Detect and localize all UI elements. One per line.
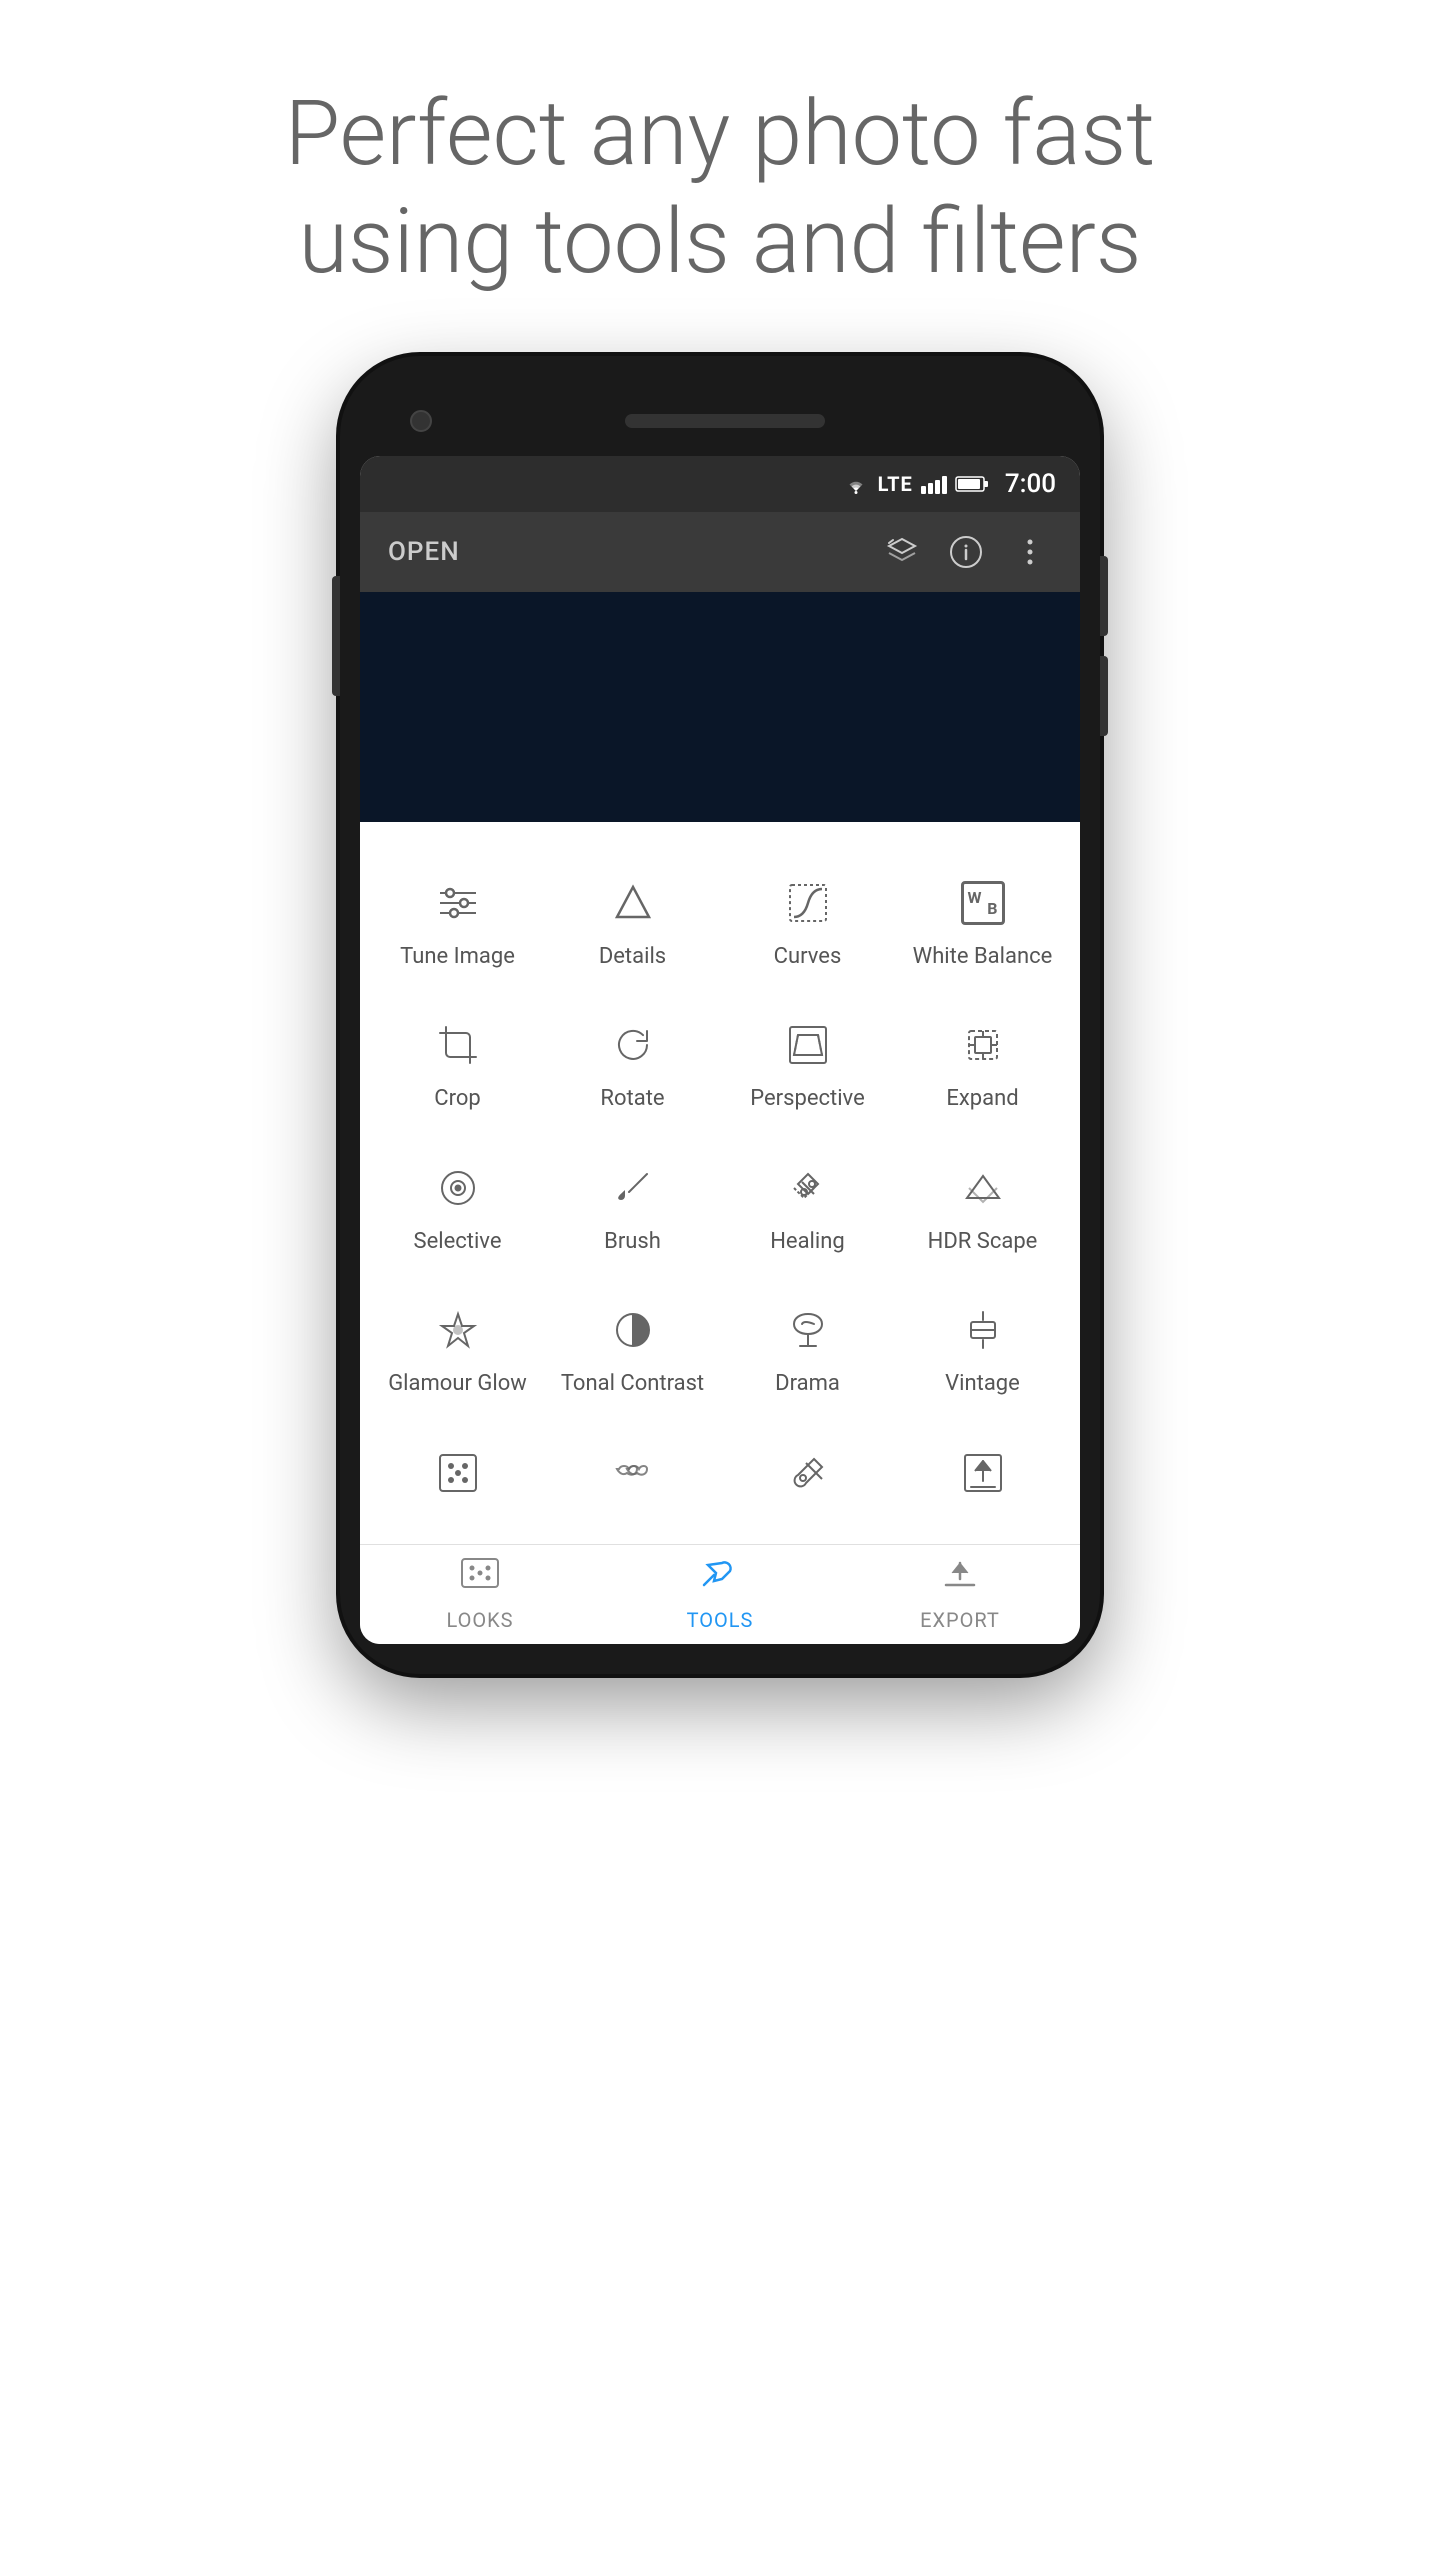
tool-item-glamour-glow[interactable]: Glamour Glow (370, 1279, 545, 1421)
expand-label: Expand (946, 1086, 1018, 1112)
expand-icon (956, 1018, 1010, 1072)
tune-image-icon (431, 876, 485, 930)
tool-item-selective[interactable]: Selective (370, 1137, 545, 1279)
crop-icon (431, 1018, 485, 1072)
tool-item-perspective[interactable]: Perspective (720, 994, 895, 1136)
lte-indicator: LTE (878, 472, 913, 496)
bottom-nav: LOOKS TOOLS (360, 1544, 1080, 1644)
status-bar: LTE 7:00 (360, 456, 1080, 512)
photo-preview (360, 592, 1080, 822)
battery-icon (955, 475, 989, 493)
perspective-label: Perspective (750, 1086, 864, 1112)
brush-icon (606, 1161, 660, 1215)
healing-label: Healing (770, 1229, 845, 1255)
export-nav-label: EXPORT (920, 1608, 1000, 1632)
bottom-nav-export[interactable]: EXPORT (840, 1545, 1080, 1644)
tool-item-tools-placeholder[interactable] (545, 1422, 720, 1524)
curves-icon (781, 876, 835, 930)
looks-icon (431, 1446, 485, 1500)
rotate-label: Rotate (600, 1086, 664, 1112)
export-nav-icon (940, 1556, 980, 1598)
tools-nav-icon (700, 1556, 740, 1598)
tool-item-white-balance[interactable]: White Balance (895, 852, 1070, 994)
export-icon (956, 1446, 1010, 1500)
phone-top (360, 386, 1080, 456)
tool-item-crop[interactable]: Crop (370, 994, 545, 1136)
mustache-icon (606, 1446, 660, 1500)
tool-item-tune-image[interactable]: Tune Image (370, 852, 545, 994)
glamour-glow-icon (431, 1303, 485, 1357)
tonal-contrast-label: Tonal Contrast (561, 1371, 704, 1397)
layers-icon[interactable] (880, 530, 924, 574)
volume-up-button (1100, 556, 1108, 636)
tool-item-looks[interactable] (370, 1422, 545, 1524)
rotate-icon (606, 1018, 660, 1072)
drama-label: Drama (775, 1371, 840, 1397)
selective-label: Selective (414, 1229, 502, 1255)
guitar-icon (781, 1446, 835, 1500)
tool-item-hdr-scape[interactable]: HDR Scape (895, 1137, 1070, 1279)
tool-item-rotate[interactable]: Rotate (545, 994, 720, 1136)
tool-item-curves[interactable]: Curves (720, 852, 895, 994)
tool-item-expand[interactable]: Expand (895, 994, 1070, 1136)
tool-item-brush[interactable]: Brush (545, 1137, 720, 1279)
hdr-scape-label: HDR Scape (928, 1229, 1038, 1255)
app-toolbar: OPEN (360, 512, 1080, 592)
looks-nav-label: LOOKS (446, 1608, 513, 1632)
white-balance-label: White Balance (913, 944, 1053, 970)
power-button (332, 576, 340, 696)
hero-line1: Perfect any photo fast (285, 80, 1155, 188)
more-options-icon[interactable] (1008, 530, 1052, 574)
crop-label: Crop (434, 1086, 480, 1112)
info-icon[interactable] (944, 530, 988, 574)
hero-text: Perfect any photo fast using tools and f… (285, 80, 1155, 296)
tool-item-export-icon[interactable] (895, 1422, 1070, 1524)
vintage-icon (956, 1303, 1010, 1357)
white-balance-icon (956, 876, 1010, 930)
looks-nav-icon (460, 1556, 500, 1598)
bottom-nav-tools[interactable]: TOOLS (600, 1545, 840, 1644)
details-label: Details (599, 944, 666, 970)
phone-shell: LTE 7:00 OPEN (340, 356, 1100, 1674)
tool-item-vintage[interactable]: Vintage (895, 1279, 1070, 1421)
tool-item-tonal-contrast[interactable]: Tonal Contrast (545, 1279, 720, 1421)
tool-item-guitar-icon[interactable] (720, 1422, 895, 1524)
open-button[interactable]: OPEN (388, 537, 460, 567)
vintage-label: Vintage (945, 1371, 1020, 1397)
curves-label: Curves (774, 944, 842, 970)
status-time: 7:00 (1005, 469, 1056, 499)
details-icon (606, 876, 660, 930)
drama-icon (781, 1303, 835, 1357)
phone-speaker (625, 414, 825, 428)
tools-panel: Tune Image Details (360, 822, 1080, 1544)
phone-screen: LTE 7:00 OPEN (360, 456, 1080, 1644)
tool-item-drama[interactable]: Drama (720, 1279, 895, 1421)
glamour-glow-label: Glamour Glow (388, 1371, 527, 1397)
hdr-scape-icon (956, 1161, 1010, 1215)
status-icons: LTE 7:00 (842, 469, 1056, 499)
tool-item-details[interactable]: Details (545, 852, 720, 994)
wifi-icon (842, 473, 870, 495)
tools-nav-label: TOOLS (687, 1608, 754, 1632)
selective-icon (431, 1161, 485, 1215)
volume-down-button (1100, 656, 1108, 736)
tools-grid: Tune Image Details (370, 852, 1070, 1524)
perspective-icon (781, 1018, 835, 1072)
hero-line2: using tools and filters (285, 188, 1155, 296)
bottom-nav-looks[interactable]: LOOKS (360, 1545, 600, 1644)
signal-bars (921, 474, 947, 494)
tool-item-healing[interactable]: Healing (720, 1137, 895, 1279)
brush-label: Brush (604, 1229, 661, 1255)
tonal-contrast-icon (606, 1303, 660, 1357)
front-camera (410, 410, 432, 432)
tune-image-label: Tune Image (400, 944, 515, 970)
healing-icon (781, 1161, 835, 1215)
